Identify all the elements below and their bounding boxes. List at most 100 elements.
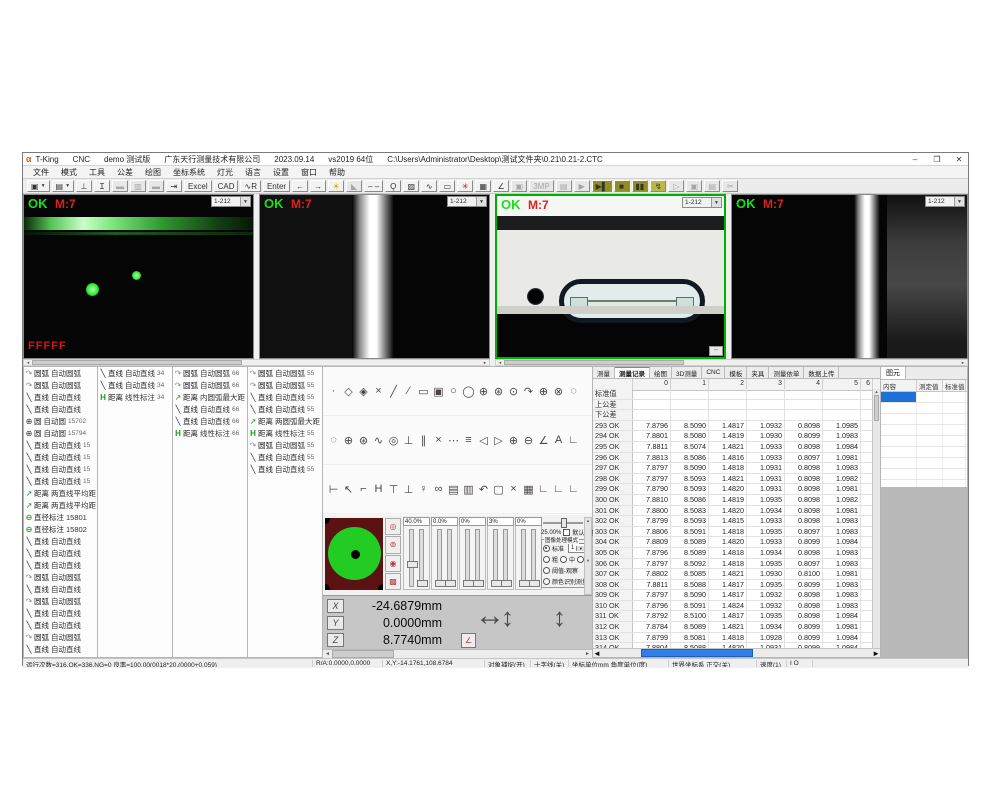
grid-cell[interactable] [671, 410, 709, 420]
camera-viewport-4[interactable]: OK M:7 1-212 ▼ [731, 194, 968, 359]
element-cell[interactable] [943, 436, 966, 446]
grid-cell[interactable]: 1.4818 [709, 559, 747, 569]
grid-fixed-row[interactable]: 下公差 [593, 410, 873, 421]
slider-groove[interactable] [475, 529, 480, 587]
grid-cell[interactable]: 8.5086 [671, 453, 709, 463]
grid-data-row[interactable]: 307 OK7.88028.50851.48211.09300.81001.09… [593, 569, 873, 580]
feature-item[interactable]: ╲直线自动直线 [24, 559, 97, 571]
element-cell[interactable] [881, 436, 917, 446]
element-row[interactable] [881, 436, 967, 447]
grid-cell[interactable]: 7.8796 [633, 548, 671, 558]
grid-data-row[interactable]: 302 OK7.87998.50931.48151.09330.80981.09… [593, 516, 873, 527]
grid-data-row[interactable]: 305 OK7.87968.50891.48181.09340.80981.09… [593, 548, 873, 559]
element-cell[interactable] [943, 392, 966, 402]
toolbar-goto-button[interactable]: ⇥ [166, 180, 182, 192]
element-cell[interactable] [917, 458, 943, 468]
toolbar-save-button[interactable]: ▣▼ [27, 180, 50, 192]
palette-tool-icon-1-11[interactable]: ⊕ [476, 384, 491, 399]
element-cell[interactable] [943, 425, 966, 435]
feature-item[interactable]: ╲直线自动直线15 [24, 451, 97, 463]
camera-scrollbar-left[interactable]: ◄ ► [23, 359, 490, 366]
feature-item[interactable]: ↷圆弧自动圆弧55 [248, 379, 322, 391]
grid-tab-1[interactable]: 测量 [593, 367, 615, 378]
feature-item[interactable]: ↷圆弧自动圆弧 [24, 379, 97, 391]
grid-cell[interactable]: 1.0934 [747, 506, 785, 516]
palette-tool-icon-1-13[interactable]: ⊙ [506, 384, 521, 399]
grid-cell[interactable] [785, 410, 823, 420]
element-row[interactable] [881, 425, 967, 436]
element-row[interactable] [881, 414, 967, 425]
grid-vscrollbar[interactable]: ▲ [872, 389, 880, 648]
grid-cell[interactable]: 8.5091 [671, 601, 709, 611]
element-row[interactable] [881, 447, 967, 458]
palette-tool-icon-2-4[interactable]: ∿ [371, 433, 386, 448]
grid-data-row[interactable]: 301 OK7.88008.50831.48201.09340.80981.09… [593, 506, 873, 517]
toolbar-dock-button[interactable]: ⊥ [76, 180, 92, 192]
maximize-button[interactable]: ❐ [930, 155, 944, 164]
grid-cell[interactable]: 0.8097 [785, 453, 823, 463]
grid-cell[interactable]: 1.0983 [823, 516, 861, 526]
element-row[interactable] [881, 469, 967, 480]
toolbar-hatch-button[interactable]: ▨ [403, 180, 419, 192]
grid-tab-8[interactable]: 测量依单 [769, 367, 804, 378]
palette-tool-icon-1-17[interactable]: ◌ [566, 384, 581, 399]
toolbar-enter-button[interactable]: Enter [263, 180, 290, 192]
grid-cell[interactable]: 1.0983 [823, 431, 861, 441]
radio-color[interactable] [543, 578, 550, 585]
element-cell[interactable] [917, 392, 943, 402]
grid-cell[interactable] [633, 389, 671, 399]
camera3-zoom-select[interactable]: 1-212 ▼ [682, 197, 722, 208]
grid-cell[interactable]: 1.0933 [747, 442, 785, 452]
palette-tool-icon-1-5[interactable]: ╱ [386, 384, 401, 399]
grid-cell[interactable]: 1.4824 [709, 601, 747, 611]
light-mode-button-1[interactable]: ◎ [385, 518, 401, 535]
feature-item[interactable]: ╲直线自动直线 [24, 547, 97, 559]
grid-cell[interactable]: 1.4820 [709, 537, 747, 547]
grid-data-row[interactable]: 298 OK7.87978.50931.48211.09310.80981.09… [593, 474, 873, 485]
palette-tool-icon-3-15[interactable]: ∟ [536, 482, 551, 497]
grid-cell[interactable]: 1.0984 [823, 442, 861, 452]
grid-cell[interactable]: 1.0934 [747, 548, 785, 558]
grid-data-row[interactable]: 311 OK7.87928.51001.48171.09350.80981.09… [593, 611, 873, 622]
grid-tab-6[interactable]: 模板 [725, 367, 747, 378]
palette-tool-icon-1-10[interactable]: ◯ [461, 384, 476, 399]
grid-cell[interactable]: 8.5090 [671, 421, 709, 431]
tab-elements[interactable]: 图元 [881, 367, 906, 379]
grid-cell[interactable]: 1.0984 [823, 611, 861, 621]
grid-data-row[interactable]: 304 OK7.88098.50891.48201.09330.80991.09… [593, 537, 873, 548]
grid-cell[interactable]: 0.8098 [785, 516, 823, 526]
grid-cell[interactable]: 1.0933 [747, 537, 785, 547]
grid-cell[interactable]: 7.8802 [633, 569, 671, 579]
chevron-down-icon[interactable]: ▼ [41, 183, 46, 189]
grid-cell[interactable]: 1.0981 [823, 622, 861, 632]
grid-fixed-row[interactable]: 上公差 [593, 400, 873, 411]
camera2-zoom-select[interactable]: 1-212 ▼ [447, 196, 487, 207]
grid-cell[interactable]: 1.4819 [709, 431, 747, 441]
grid-cell[interactable]: 7.8784 [633, 622, 671, 632]
grid-cell[interactable]: 7.8796 [633, 601, 671, 611]
grid-cell[interactable]: 1.0983 [823, 527, 861, 537]
palette-tool-icon-2-10[interactable]: ≡ [461, 433, 476, 448]
grid-cell[interactable]: 1.0981 [823, 569, 861, 579]
grid-data-row[interactable]: 308 OK7.88118.50881.48171.09350.80991.09… [593, 580, 873, 591]
grid-tab-2[interactable]: 测量记录 [615, 367, 650, 378]
chevron-down-icon[interactable]: ▼ [240, 197, 250, 206]
grid-cell[interactable]: 1.4821 [709, 569, 747, 579]
element-cell[interactable] [917, 425, 943, 435]
slider-thumb[interactable] [473, 580, 484, 587]
grid-cell[interactable]: 0.8097 [785, 527, 823, 537]
palette-tool-icon-3-6[interactable]: ⊥ [401, 482, 416, 497]
grid-data-row[interactable]: 293 OK7.87968.50901.48171.09320.80981.09… [593, 421, 873, 432]
feature-item[interactable]: ↗距离内圆弧最大距 [173, 391, 247, 403]
grid-cell[interactable]: 0.8099 [785, 537, 823, 547]
chevron-down-icon[interactable]: ▼ [65, 183, 70, 189]
toolbar-probe-button[interactable]: Ｉ [94, 180, 110, 192]
grid-cell[interactable]: 1.4818 [709, 463, 747, 473]
feature-item[interactable]: ⊕圆自动圆15702 [24, 415, 97, 427]
grid-fixed-row[interactable]: 标准值 [593, 389, 873, 400]
grid-cell[interactable]: 1.4816 [709, 453, 747, 463]
feature-item[interactable]: ╲直线自动直线55 [248, 463, 322, 475]
grid-cell[interactable]: 1.4817 [709, 611, 747, 621]
feature-item[interactable]: ╲直线自动直线55 [248, 451, 322, 463]
palette-tool-icon-3-8[interactable]: ∞ [431, 482, 446, 497]
